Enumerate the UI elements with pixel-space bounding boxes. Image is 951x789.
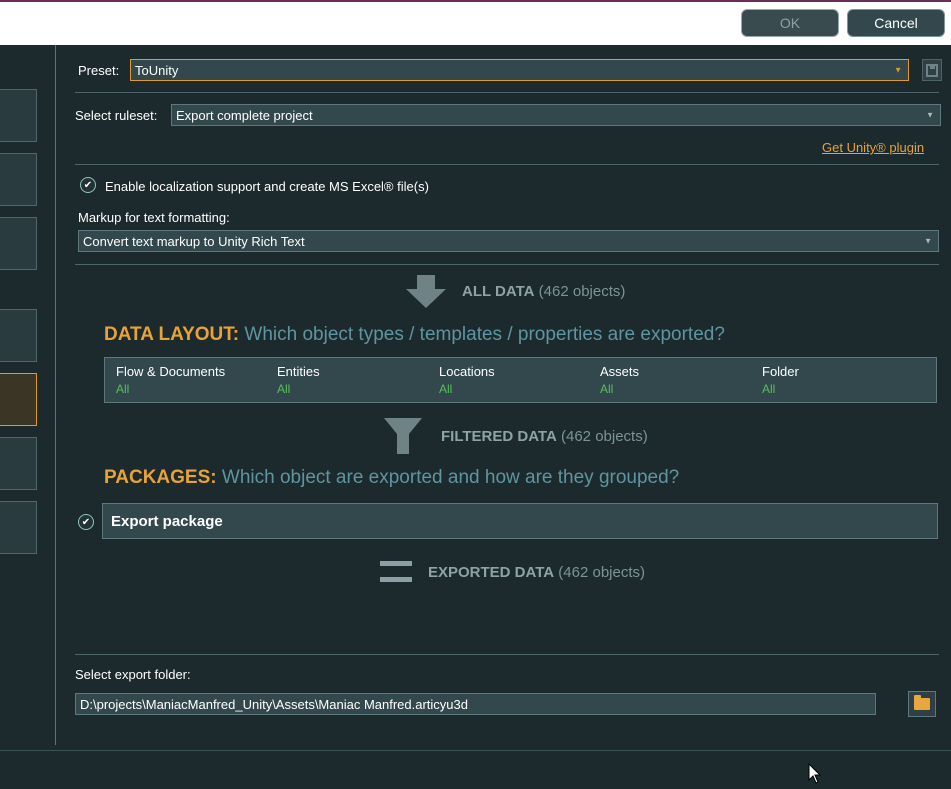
- ruleset-dropdown[interactable]: Export complete project ▼: [171, 104, 941, 126]
- column-value: All: [116, 382, 130, 396]
- export-settings-panel: Preset: ToUnity ▼ Select ruleset: Export…: [57, 45, 951, 750]
- ruleset-value: Export complete project: [176, 107, 313, 123]
- divider: [75, 654, 939, 655]
- exported-data-bold: EXPORTED DATA: [428, 564, 555, 581]
- funnel-icon: [384, 418, 422, 454]
- preset-label: Preset:: [78, 63, 120, 78]
- column-entities[interactable]: Entities All: [277, 364, 320, 396]
- export-package-row[interactable]: Export package: [102, 503, 938, 539]
- preset-value: ToUnity: [135, 62, 179, 78]
- export-package-name: Export package: [111, 512, 223, 530]
- column-header: Flow & Documents: [116, 364, 226, 379]
- all-data-label: ALL DATA (462 objects): [462, 283, 625, 300]
- column-header: Assets: [600, 364, 640, 379]
- column-value: All: [277, 382, 291, 396]
- packages-heading: PACKAGES: Which object are exported and …: [104, 467, 679, 489]
- export-folder-label: Select export folder:: [75, 667, 191, 682]
- sidebar: [0, 45, 56, 745]
- column-value: All: [600, 382, 614, 396]
- sidebar-tab-4[interactable]: [0, 309, 37, 362]
- markup-value: Convert text markup to Unity Rich Text: [83, 233, 305, 249]
- localization-label: Enable localization support and create M…: [105, 179, 429, 194]
- column-flow-documents[interactable]: Flow & Documents All: [116, 364, 225, 396]
- all-data-count: (462 objects): [538, 283, 626, 300]
- localization-checkbox[interactable]: ✔: [80, 177, 96, 193]
- data-layout-heading-text: Which object types / templates / propert…: [244, 324, 725, 345]
- ok-button[interactable]: OK: [741, 9, 839, 37]
- data-layout-heading: DATA LAYOUT: Which object types / templa…: [104, 324, 725, 346]
- column-folder[interactable]: Folder All: [762, 364, 799, 396]
- packages-heading-text: Which object are exported and how are th…: [221, 467, 680, 488]
- exported-data-count: (462 objects): [558, 564, 646, 581]
- filtered-data-bold: FILTERED DATA: [441, 428, 557, 445]
- export-folder-input[interactable]: D:\projects\ManiacManfred_Unity\Assets\M…: [75, 693, 876, 715]
- export-package-checkbox[interactable]: ✔: [78, 514, 94, 530]
- export-folder-path: D:\projects\ManiacManfred_Unity\Assets\M…: [80, 696, 468, 712]
- browse-folder-button[interactable]: [908, 691, 936, 717]
- chevron-down-icon: ▼: [926, 110, 934, 120]
- sidebar-tab-7[interactable]: [0, 501, 37, 554]
- column-header: Locations: [439, 364, 495, 379]
- chevron-down-icon: ▼: [894, 65, 902, 75]
- save-preset-button[interactable]: [922, 59, 942, 81]
- packages-heading-bold: PACKAGES:: [104, 467, 217, 488]
- save-icon: [926, 63, 938, 77]
- column-header: Folder: [762, 364, 799, 379]
- mouse-cursor-icon: [808, 763, 822, 784]
- markup-dropdown[interactable]: Convert text markup to Unity Rich Text ▼: [78, 230, 939, 252]
- sidebar-tab-1[interactable]: [0, 89, 37, 142]
- ruleset-label: Select ruleset:: [75, 108, 158, 123]
- column-value: All: [439, 382, 453, 396]
- equals-icon: [380, 559, 412, 585]
- column-locations[interactable]: Locations All: [439, 364, 495, 396]
- preset-dropdown[interactable]: ToUnity ▼: [130, 59, 909, 81]
- sidebar-tab-3[interactable]: [0, 217, 37, 270]
- filtered-data-count: (462 objects): [561, 428, 648, 445]
- data-layout-heading-bold: DATA LAYOUT:: [104, 324, 240, 345]
- divider: [75, 264, 939, 265]
- all-data-bold: ALL DATA: [462, 283, 535, 300]
- get-unity-plugin-link[interactable]: Get Unity® plugin: [822, 140, 924, 155]
- exported-data-label: EXPORTED DATA (462 objects): [428, 564, 645, 581]
- divider: [75, 92, 939, 93]
- sidebar-tab-5-active[interactable]: [0, 373, 37, 426]
- column-assets[interactable]: Assets All: [600, 364, 639, 396]
- chevron-down-icon: ▼: [924, 236, 932, 246]
- column-header: Entities: [277, 364, 320, 379]
- filtered-data-label: FILTERED DATA (462 objects): [441, 428, 648, 445]
- folder-icon: [914, 695, 930, 710]
- data-layout-table[interactable]: Flow & Documents All Entities All Locati…: [104, 357, 937, 403]
- cancel-button[interactable]: Cancel: [847, 9, 945, 37]
- column-value: All: [762, 382, 776, 396]
- markup-label: Markup for text formatting:: [78, 210, 230, 225]
- divider: [75, 164, 939, 165]
- sidebar-tab-6[interactable]: [0, 437, 37, 490]
- sidebar-tab-2[interactable]: [0, 153, 37, 206]
- arrow-down-icon: [406, 275, 446, 308]
